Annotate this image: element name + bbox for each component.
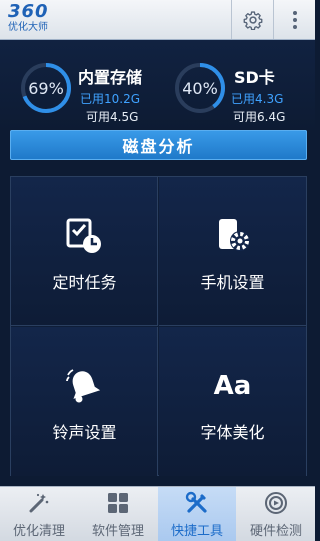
tool-scheduled-task[interactable]: 定时任务 bbox=[11, 177, 158, 326]
logo-number: 360 bbox=[8, 1, 49, 22]
disk-analysis-button[interactable]: 磁盘分析 bbox=[10, 130, 307, 160]
tool-label: 定时任务 bbox=[52, 273, 117, 292]
tool-font-beautify[interactable]: Aa 字体美化 bbox=[159, 327, 306, 476]
storage-summary: 69% 内置存储 已用10.2G 可用4.5G 40% SD卡 已用4.3G 可… bbox=[0, 40, 315, 130]
tab-optimize-clean[interactable]: 优化清理 bbox=[0, 487, 78, 541]
apps-grid-icon bbox=[108, 493, 128, 513]
tab-software-management[interactable]: 软件管理 bbox=[79, 487, 157, 541]
tool-ringtone-settings[interactable]: 铃声设置 bbox=[11, 327, 158, 476]
font-icon: Aa bbox=[214, 367, 252, 405]
tab-label: 优化清理 bbox=[12, 524, 65, 539]
sd-card-title: SD卡 bbox=[234, 68, 275, 87]
app-logo: 360 优化大师 bbox=[8, 3, 78, 37]
internal-percent: 69% bbox=[28, 78, 64, 98]
internal-used: 已用10.2G bbox=[80, 92, 141, 106]
font-icon-text: Aa bbox=[213, 371, 252, 401]
sd-percent: 40% bbox=[182, 78, 218, 98]
internal-storage-title: 内置存储 bbox=[78, 68, 143, 87]
sd-free: 可用6.4G bbox=[233, 110, 286, 124]
gear-icon bbox=[243, 10, 263, 30]
tab-quick-tools[interactable]: 快捷工具 bbox=[158, 487, 236, 541]
more-menu-button[interactable] bbox=[273, 0, 316, 39]
sd-card-gauge: 40% bbox=[174, 62, 226, 114]
internal-free: 可用4.5G bbox=[86, 110, 139, 124]
tool-label: 手机设置 bbox=[200, 273, 265, 292]
tool-label: 字体美化 bbox=[200, 423, 265, 442]
logo-subtitle: 优化大师 bbox=[8, 22, 48, 33]
tab-label: 软件管理 bbox=[91, 524, 144, 539]
phone-settings-icon bbox=[218, 219, 250, 251]
tools-grid: 定时任务 手机设置 铃声设置 Aa 字体美化 bbox=[10, 176, 307, 476]
tab-hardware-check[interactable]: 硬件检测 bbox=[237, 487, 315, 541]
scheduled-task-icon bbox=[66, 218, 101, 253]
bell-icon bbox=[66, 369, 101, 403]
bottom-navigation: 优化清理 软件管理 快捷工具 硬件检测 bbox=[0, 486, 315, 541]
tab-label: 硬件检测 bbox=[249, 524, 302, 539]
tool-phone-settings[interactable]: 手机设置 bbox=[159, 177, 306, 326]
internal-storage-gauge: 69% bbox=[20, 62, 72, 114]
settings-button[interactable] bbox=[231, 0, 274, 39]
tab-label: 快捷工具 bbox=[170, 524, 223, 539]
more-vertical-icon bbox=[293, 8, 297, 32]
tools-icon bbox=[185, 491, 207, 513]
hardware-check-icon bbox=[265, 492, 287, 514]
app-header: 360 优化大师 bbox=[0, 0, 315, 40]
magic-wand-icon bbox=[29, 493, 49, 513]
tool-label: 铃声设置 bbox=[52, 423, 117, 442]
sd-used: 已用4.3G bbox=[231, 92, 284, 106]
